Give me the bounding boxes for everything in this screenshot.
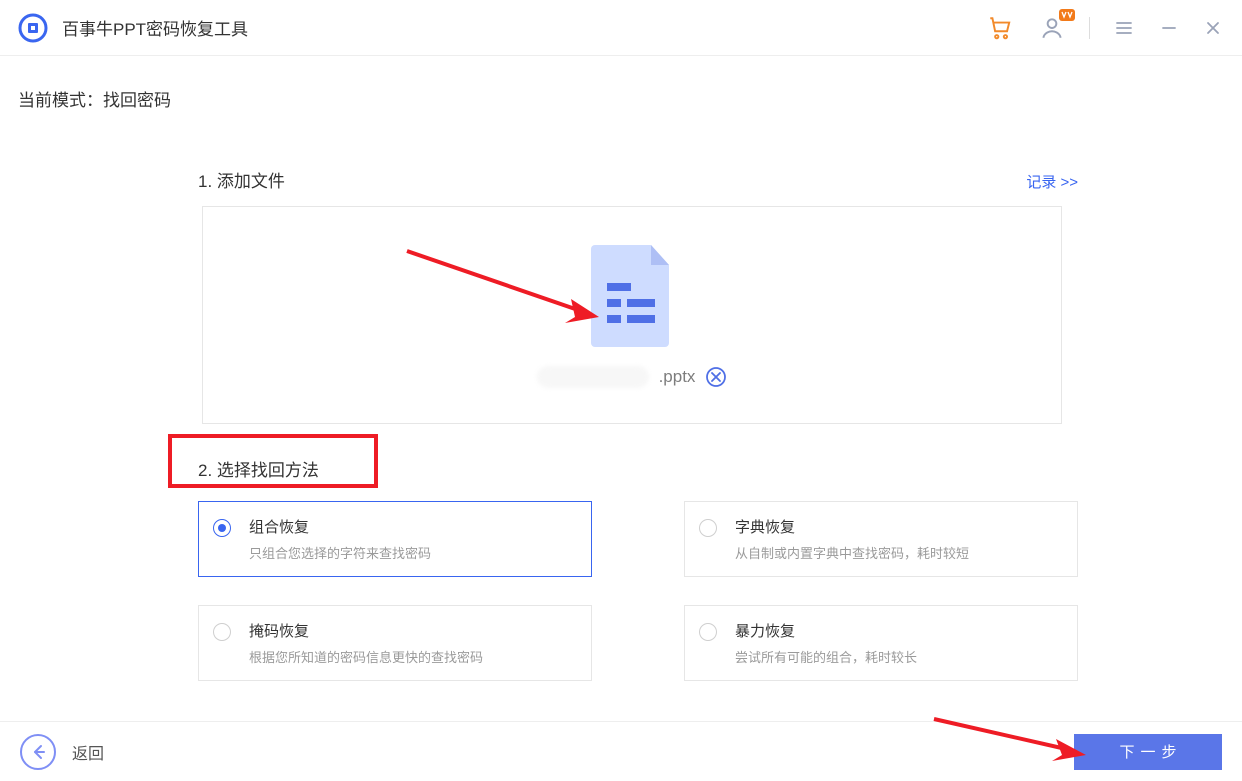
file-extension: .pptx [659, 367, 696, 387]
option-brute-recover[interactable]: 暴力恢复 尝试所有可能的组合，耗时较长 [684, 605, 1078, 681]
section2-label: 2. 选择找回方法 [198, 461, 319, 480]
option-dictionary-recover[interactable]: 字典恢复 从自制或内置字典中查找密码，耗时较短 [684, 501, 1078, 577]
next-button[interactable]: 下一步 [1074, 734, 1222, 770]
mode-value: 找回密码 [103, 91, 171, 110]
mode-line: 当前模式：找回密码 [18, 86, 1224, 111]
app-title: 百事牛PPT密码恢复工具 [62, 15, 248, 40]
titlebar: 百事牛PPT密码恢复工具 [0, 0, 1242, 56]
option-title: 字典恢复 [735, 516, 969, 537]
option-desc: 从自制或内置字典中查找密码，耗时较短 [735, 543, 969, 562]
app-logo-icon [18, 13, 48, 43]
file-icon [589, 243, 675, 352]
option-desc: 尝试所有可能的组合，耗时较长 [735, 647, 917, 666]
option-mask-recover[interactable]: 掩码恢复 根据您所知道的密码信息更快的查找密码 [198, 605, 592, 681]
back-arrow-icon [20, 734, 56, 770]
radio-icon [213, 519, 231, 537]
file-dropzone[interactable]: .pptx [202, 206, 1062, 424]
option-title: 暴力恢复 [735, 620, 917, 641]
records-link[interactable]: 记录 >> [1026, 171, 1078, 192]
radio-icon [699, 519, 717, 537]
remove-file-icon[interactable] [705, 366, 727, 388]
cart-icon[interactable] [983, 11, 1017, 45]
section1-label: 1. 添加文件 [198, 167, 285, 192]
titlebar-divider [1089, 17, 1090, 39]
option-combo-recover[interactable]: 组合恢复 只组合您选择的字符来查找密码 [198, 501, 592, 577]
user-vip-icon[interactable] [1035, 11, 1069, 45]
file-name-redacted [537, 366, 649, 388]
option-title: 掩码恢复 [249, 620, 483, 641]
arrow-annotation-1 [403, 245, 603, 325]
option-desc: 只组合您选择的字符来查找密码 [249, 543, 431, 562]
footer: 返回 下一步 [0, 721, 1242, 781]
back-button[interactable]: 返回 [20, 734, 104, 770]
radio-icon [213, 623, 231, 641]
option-title: 组合恢复 [249, 516, 431, 537]
minimize-icon[interactable] [1156, 15, 1182, 41]
back-label: 返回 [72, 740, 104, 764]
radio-icon [699, 623, 717, 641]
mode-prefix: 当前模式： [18, 91, 103, 110]
close-icon[interactable] [1200, 15, 1226, 41]
option-desc: 根据您所知道的密码信息更快的查找密码 [249, 647, 483, 666]
recover-method-options: 组合恢复 只组合您选择的字符来查找密码 字典恢复 从自制或内置字典中查找密码，耗… [198, 501, 1078, 681]
menu-icon[interactable] [1110, 14, 1138, 42]
